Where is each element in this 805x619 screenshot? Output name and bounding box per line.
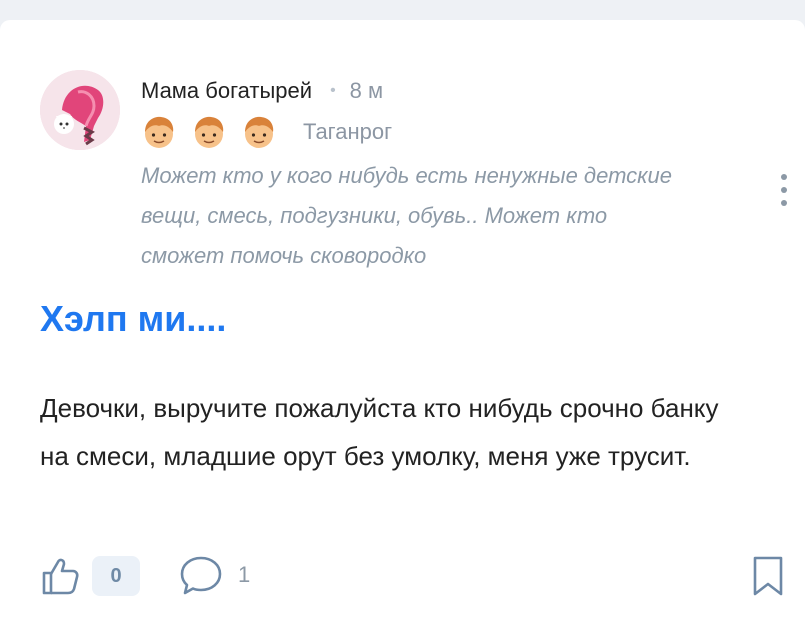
author-name[interactable]: Мама богатырей [141,78,312,104]
boy-emoji-icon [245,116,274,148]
post-body: Девочки, выручите пожалуйста кто нибудь … [40,393,719,471]
author-city: Таганрог [303,119,393,144]
post-title: Хэлп ми.... [40,298,227,339]
author-row: Мама богатырей • 8 м [141,78,383,104]
more-dot [781,200,787,206]
avatar-image [40,70,120,150]
more-dot [781,187,787,193]
thumbs-up-icon[interactable] [40,556,80,596]
post-card: Мама богатырей • 8 м Таганрог Может кто [0,20,805,619]
boy-emoji-icon [145,116,174,148]
likes-count[interactable]: 0 [92,556,140,596]
author-avatar[interactable] [40,70,120,150]
author-badges: Таганрог [141,114,392,150]
comments-count[interactable]: 1 [238,562,250,588]
post-time: 8 м [349,78,384,103]
more-dot [781,174,787,180]
time-separator: • [330,82,336,99]
comment-bubble-icon[interactable] [178,554,224,598]
more-options-icon[interactable] [772,172,796,208]
boy-emoji-icon [195,116,224,148]
author-status-text: Может кто у кого нибудь есть ненужные де… [141,163,673,268]
bookmark-icon[interactable] [750,554,786,598]
